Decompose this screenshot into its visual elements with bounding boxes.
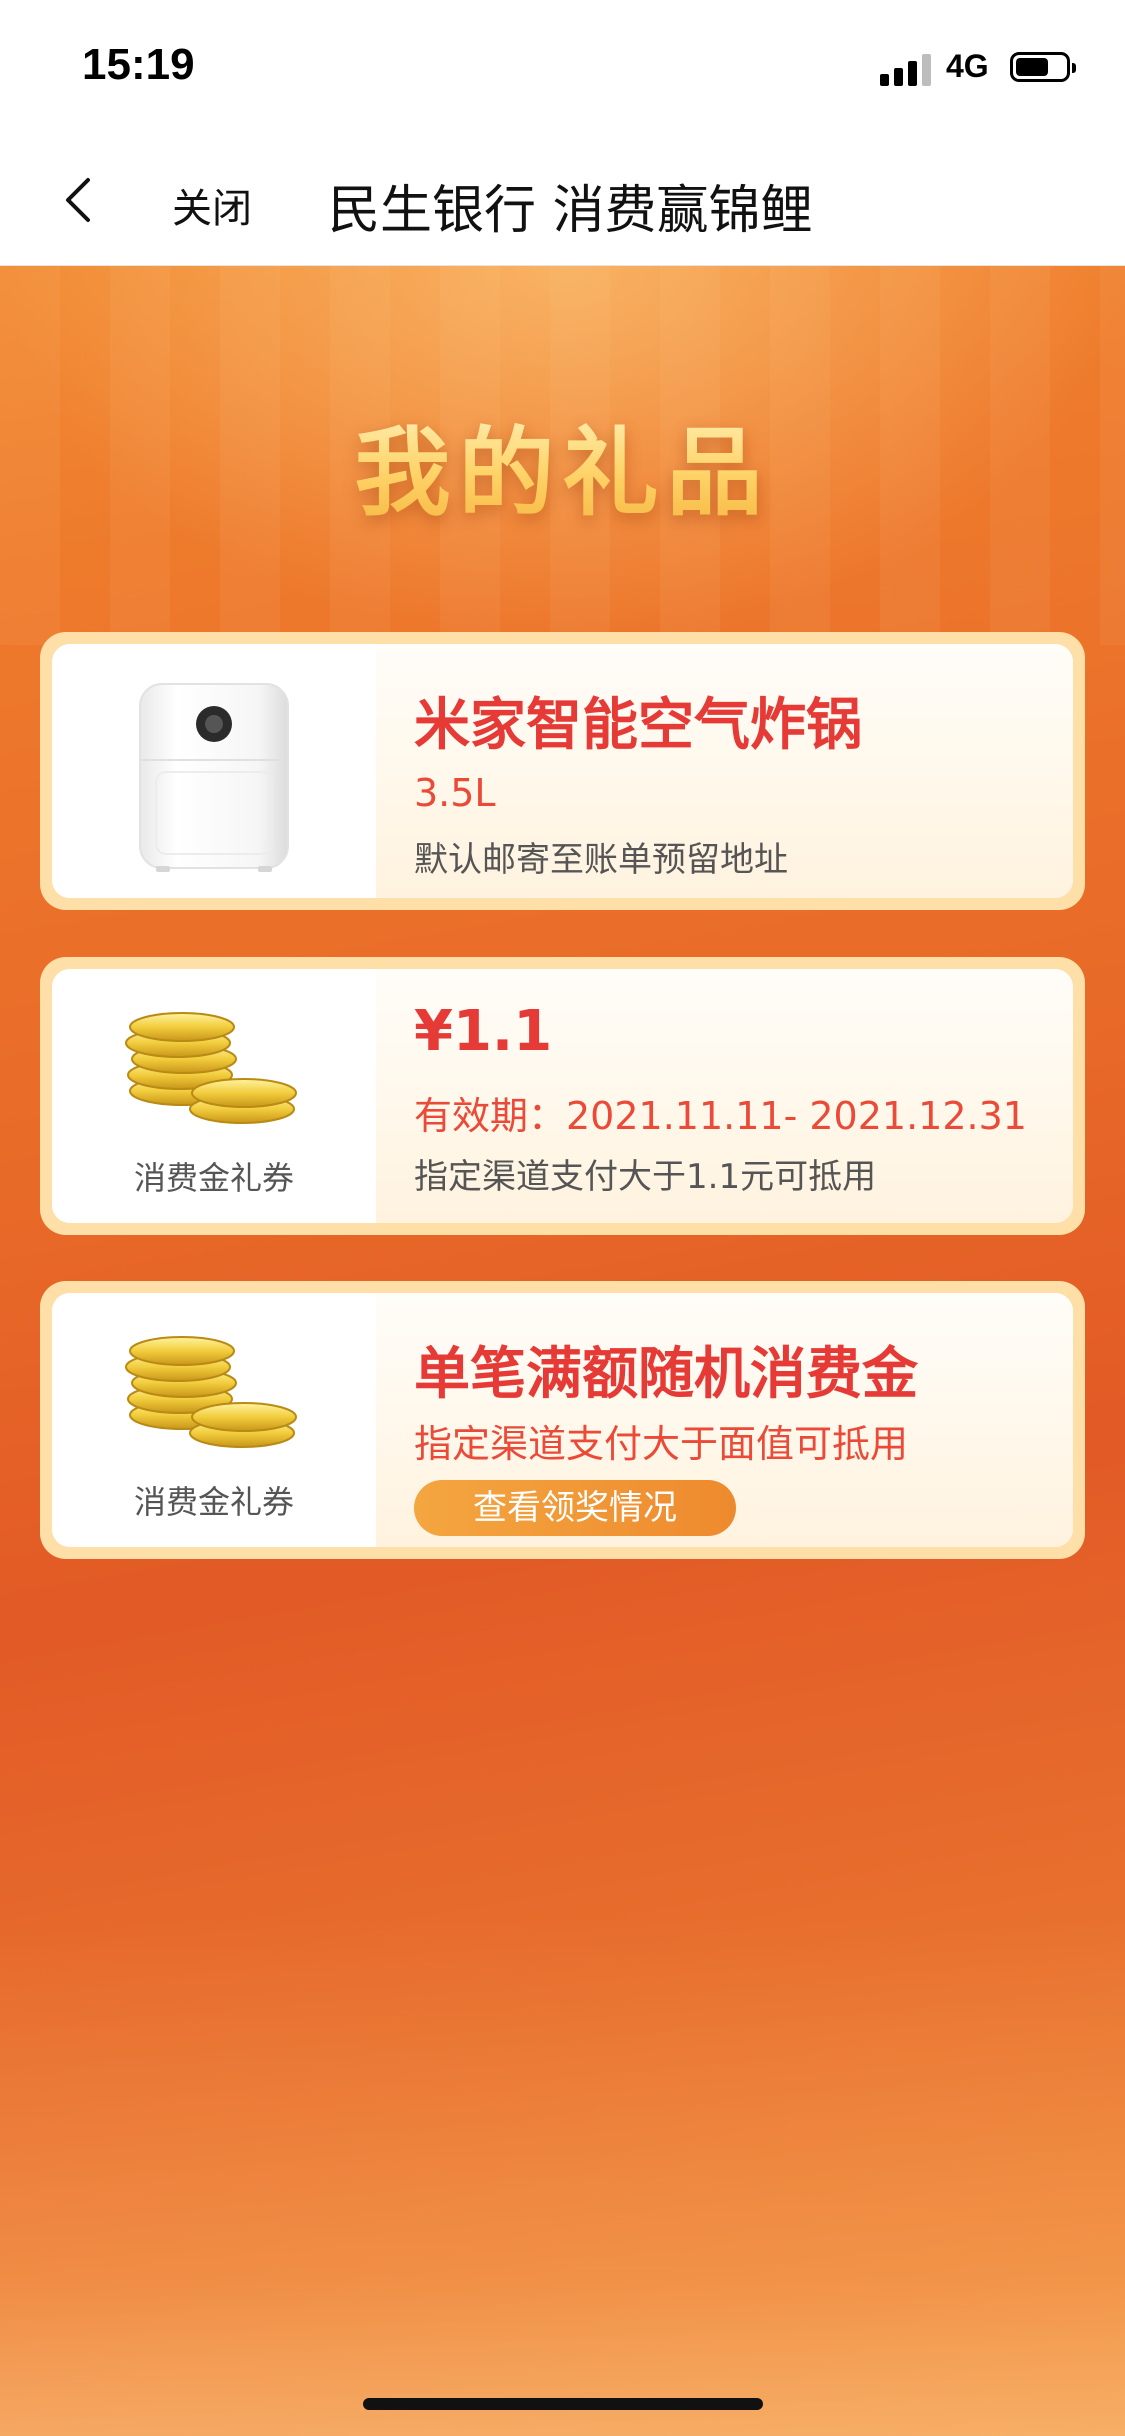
bonus-title: 单笔满额随机消费金 — [414, 1342, 918, 1407]
gift-card-coupon: 消费金礼券 ¥1.1 有效期：2021.11.11- 2021.12.31 指定… — [40, 957, 1085, 1235]
air-fryer-icon — [139, 683, 289, 872]
gold-coins-icon — [125, 1336, 297, 1448]
network-type: 4G — [946, 48, 989, 84]
gift-card-air-fryer: 米家智能空气炸锅 3.5L 默认邮寄至账单预留地址 — [40, 632, 1085, 910]
nav-bar: 关闭 民生银行 消费赢锦鲤 — [0, 140, 1125, 266]
coupon-amount: ¥1.1 — [414, 999, 553, 1064]
gift-image: 消费金礼券 — [52, 1293, 376, 1547]
status-time: 15:19 — [82, 40, 195, 89]
gift-image — [52, 644, 376, 898]
close-button[interactable]: 关闭 — [172, 176, 252, 234]
gift-note: 默认邮寄至账单预留地址 — [414, 840, 788, 880]
signal-strength-icon — [880, 52, 932, 86]
coupon-type-label: 消费金礼券 — [133, 1483, 294, 1521]
back-button[interactable] — [58, 170, 98, 230]
bonus-note: 指定渠道支付大于面值可抵用 — [414, 1422, 909, 1466]
gold-coins-icon — [125, 1012, 297, 1124]
chevron-left-icon — [66, 178, 90, 222]
page-title: 民生银行 消费赢锦鲤 — [328, 181, 813, 241]
gift-spec: 3.5L — [414, 771, 496, 815]
gift-image: 消费金礼券 — [52, 969, 376, 1223]
coupon-validity: 有效期：2021.11.11- 2021.12.31 — [414, 1094, 1027, 1138]
status-bar: 15:19 4G — [0, 0, 1125, 140]
home-indicator[interactable] — [363, 2398, 763, 2410]
coupon-type-label: 消费金礼券 — [133, 1159, 294, 1197]
gift-page: 15:19 4G 关闭 民生银行 消费赢锦鲤 我的礼品 米家智能空气炸锅 3.5… — [0, 0, 1125, 2436]
coupon-note: 指定渠道支付大于1.1元可抵用 — [414, 1157, 877, 1197]
gift-card-random-bonus: 消费金礼券 单笔满额随机消费金 指定渠道支付大于面值可抵用 查看领奖情况 — [40, 1281, 1085, 1559]
view-prize-status-button[interactable]: 查看领奖情况 — [414, 1480, 736, 1536]
gift-title: 米家智能空气炸锅 — [414, 693, 862, 758]
battery-icon — [1010, 52, 1076, 82]
gift-heading: 我的礼品 — [0, 395, 1125, 534]
background-bottom-glow — [0, 1916, 1125, 2436]
